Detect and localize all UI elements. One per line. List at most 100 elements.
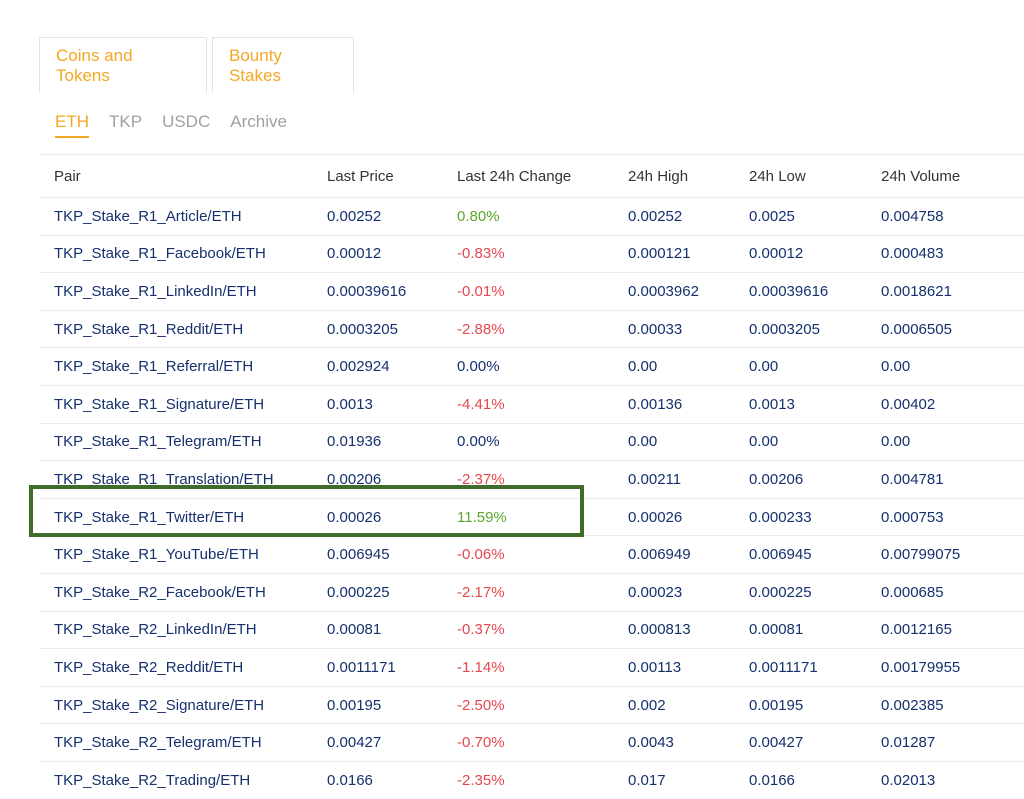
volume-value: 0.000753: [881, 497, 1024, 536]
high-value: 0.006949: [628, 535, 749, 574]
table-row[interactable]: TKP_Stake_R1_Translation/ETH 0.00206 -2.37…: [40, 460, 1024, 499]
table-row[interactable]: TKP_Stake_R1_Article/ETH 0.00252 0.80% 0.00…: [40, 197, 1024, 236]
table-row[interactable]: TKP_Stake_R2_Reddit/ETH 0.0011171 -1.14% 0.…: [40, 648, 1024, 687]
table-row[interactable]: TKP_Stake_R1_Telegram/ETH 0.01936 0.00% 0.0…: [40, 422, 1024, 461]
pair-link[interactable]: TKP_Stake_R1_Article/ETH: [40, 197, 327, 236]
table-row[interactable]: TKP_Stake_R1_Facebook/ETH 0.00012 -0.83% 0.…: [40, 234, 1024, 273]
last-price: 0.006945: [327, 535, 457, 574]
high-value: 0.00211: [628, 460, 749, 499]
volume-value: 0.000483: [881, 234, 1024, 273]
table-row[interactable]: TKP_Stake_R1_LinkedIn/ETH 0.00039616 -0.01…: [40, 272, 1024, 311]
table-body: TKP_Stake_R1_Article/ETH 0.00252 0.80% 0.00…: [40, 197, 1024, 799]
low-value: 0.00195: [749, 685, 881, 724]
main-tabs: Coins and Tokens Bounty Stakes: [39, 37, 354, 93]
high-value: 0.0043: [628, 723, 749, 762]
volume-value: 0.00179955: [881, 648, 1024, 687]
high-value: 0.00: [628, 347, 749, 386]
change-value: -0.06%: [457, 535, 628, 574]
table-row[interactable]: TKP_Stake_R1_YouTube/ETH 0.006945 -0.06% 0.…: [40, 535, 1024, 574]
last-price: 0.00427: [327, 723, 457, 762]
table-row[interactable]: TKP_Stake_R2_LinkedIn/ETH 0.00081 -0.37% 0.…: [40, 610, 1024, 649]
col-header-pair[interactable]: Pair: [40, 154, 327, 198]
low-value: 0.006945: [749, 535, 881, 574]
low-value: 0.00012: [749, 234, 881, 273]
pairs-table-container: Pair Last Price Last 24h Change 24h High…: [40, 154, 1024, 799]
subtab-archive[interactable]: Archive: [230, 112, 287, 138]
low-value: 0.00206: [749, 460, 881, 499]
low-value: 0.000225: [749, 572, 881, 612]
subtab-eth[interactable]: ETH: [55, 112, 89, 138]
subtab-tkp[interactable]: TKP: [109, 112, 142, 138]
last-price: 0.00252: [327, 197, 457, 236]
high-value: 0.002: [628, 685, 749, 724]
last-price: 0.0011171: [327, 648, 457, 687]
low-value: 0.000233: [749, 497, 881, 536]
change-value: -0.83%: [457, 234, 628, 273]
change-value: -4.41%: [457, 384, 628, 424]
tab-bounty-stakes[interactable]: Bounty Stakes: [212, 37, 354, 93]
col-header-24h-change[interactable]: Last 24h Change: [457, 154, 628, 198]
pair-link[interactable]: TKP_Stake_R2_Reddit/ETH: [40, 648, 327, 687]
change-value: -2.50%: [457, 685, 628, 724]
col-header-24h-high[interactable]: 24h High: [628, 154, 749, 198]
currency-subtabs: ETH TKP USDC Archive: [55, 112, 287, 138]
pair-link[interactable]: TKP_Stake_R1_Facebook/ETH: [40, 234, 327, 273]
pair-link[interactable]: TKP_Stake_R1_Telegram/ETH: [40, 422, 327, 461]
change-value: -1.14%: [457, 648, 628, 687]
last-price: 0.000225: [327, 572, 457, 612]
pair-link[interactable]: TKP_Stake_R2_Trading/ETH: [40, 760, 327, 799]
high-value: 0.00026: [628, 497, 749, 536]
pairs-table: Pair Last Price Last 24h Change 24h High…: [40, 154, 1024, 799]
table-row[interactable]: TKP_Stake_R2_Telegram/ETH 0.00427 -0.70% 0.…: [40, 723, 1024, 762]
table-row[interactable]: TKP_Stake_R1_Reddit/ETH 0.0003205 -2.88% 0.…: [40, 309, 1024, 348]
pair-link[interactable]: TKP_Stake_R2_Telegram/ETH: [40, 723, 327, 762]
high-value: 0.00252: [628, 197, 749, 236]
pair-link[interactable]: TKP_Stake_R1_Referral/ETH: [40, 347, 327, 386]
last-price: 0.002924: [327, 347, 457, 386]
low-value: 0.0166: [749, 760, 881, 799]
volume-value: 0.02013: [881, 760, 1024, 799]
pair-link[interactable]: TKP_Stake_R1_Translation/ETH: [40, 460, 327, 499]
col-header-last-price[interactable]: Last Price: [327, 154, 457, 198]
change-value: 0.00%: [457, 422, 628, 461]
table-row[interactable]: TKP_Stake_R1_Twitter/ETH 0.00026 11.59% 0.0…: [40, 497, 1024, 536]
last-price: 0.00039616: [327, 272, 457, 311]
pair-link[interactable]: TKP_Stake_R1_Reddit/ETH: [40, 309, 327, 348]
table-row[interactable]: TKP_Stake_R1_Signature/ETH 0.0013 -4.41% 0.…: [40, 384, 1024, 424]
change-value: -0.70%: [457, 723, 628, 762]
pair-link[interactable]: TKP_Stake_R1_Twitter/ETH: [40, 497, 327, 536]
pair-link[interactable]: TKP_Stake_R1_YouTube/ETH: [40, 535, 327, 574]
high-value: 0.00033: [628, 309, 749, 348]
table-row[interactable]: TKP_Stake_R2_Signature/ETH 0.00195 -2.50% 0…: [40, 685, 1024, 724]
change-value: 11.59%: [457, 497, 628, 536]
last-price: 0.00206: [327, 460, 457, 499]
low-value: 0.0003205: [749, 309, 881, 348]
volume-value: 0.0006505: [881, 309, 1024, 348]
col-header-24h-low[interactable]: 24h Low: [749, 154, 881, 198]
tab-coins-and-tokens[interactable]: Coins and Tokens: [39, 37, 207, 93]
pair-link[interactable]: TKP_Stake_R1_LinkedIn/ETH: [40, 272, 327, 311]
volume-value: 0.00: [881, 347, 1024, 386]
high-value: 0.000121: [628, 234, 749, 273]
volume-value: 0.004758: [881, 197, 1024, 236]
low-value: 0.00081: [749, 610, 881, 649]
table-row[interactable]: TKP_Stake_R2_Trading/ETH 0.0166 -2.35% 0.01…: [40, 760, 1024, 799]
col-header-24h-volume[interactable]: 24h Volume: [881, 154, 1024, 198]
change-value: -2.88%: [457, 309, 628, 348]
table-row[interactable]: TKP_Stake_R1_Referral/ETH 0.002924 0.00% 0.…: [40, 347, 1024, 386]
volume-value: 0.0018621: [881, 272, 1024, 311]
table-row[interactable]: TKP_Stake_R2_Facebook/ETH 0.000225 -2.17% 0…: [40, 572, 1024, 612]
pair-link[interactable]: TKP_Stake_R2_Signature/ETH: [40, 685, 327, 724]
pair-link[interactable]: TKP_Stake_R1_Signature/ETH: [40, 384, 327, 424]
volume-value: 0.01287: [881, 723, 1024, 762]
pair-link[interactable]: TKP_Stake_R2_LinkedIn/ETH: [40, 610, 327, 649]
high-value: 0.00023: [628, 572, 749, 612]
last-price: 0.00012: [327, 234, 457, 273]
high-value: 0.0003962: [628, 272, 749, 311]
last-price: 0.0013: [327, 384, 457, 424]
low-value: 0.00: [749, 347, 881, 386]
pair-link[interactable]: TKP_Stake_R2_Facebook/ETH: [40, 572, 327, 612]
subtab-usdc[interactable]: USDC: [162, 112, 210, 138]
last-price: 0.00026: [327, 497, 457, 536]
volume-value: 0.0012165: [881, 610, 1024, 649]
